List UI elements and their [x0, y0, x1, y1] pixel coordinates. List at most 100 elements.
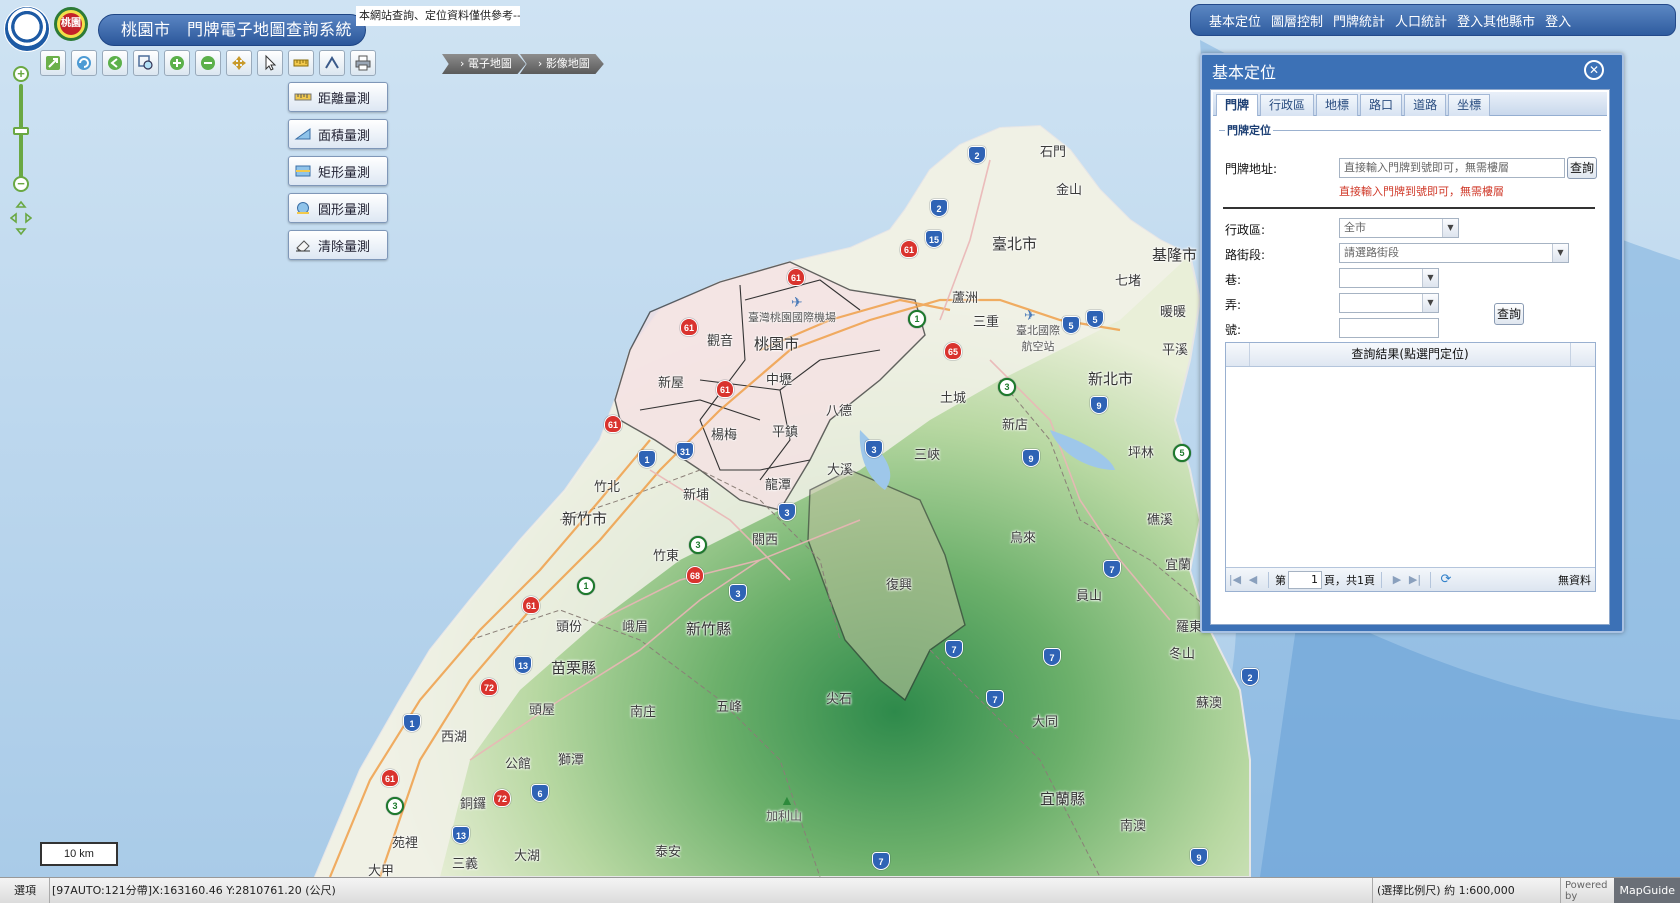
- place-label: 新北市: [1088, 370, 1134, 388]
- rectangle-measure-button[interactable]: 矩形量測: [288, 156, 388, 186]
- select-button[interactable]: [257, 50, 283, 76]
- refresh-icon: [77, 56, 91, 70]
- place-label: 新竹市: [562, 510, 608, 528]
- clear-measure-label: 清除量測: [318, 239, 371, 255]
- place-label: 蘇澳: [1196, 696, 1223, 711]
- measure-button[interactable]: [288, 50, 314, 76]
- pan-arrows-icon[interactable]: [10, 200, 32, 236]
- tab-coordinate[interactable]: 坐標: [1448, 94, 1491, 116]
- place-label: 大同: [1032, 715, 1059, 730]
- menu-layer-control[interactable]: 圖層控制: [1271, 11, 1323, 30]
- zoom-out-icon[interactable]: −: [13, 176, 29, 192]
- lane-label: 巷:: [1225, 273, 1242, 287]
- close-icon[interactable]: ✕: [1584, 60, 1604, 80]
- locate-tabs: 門牌 行政區 地標 路口 道路 坐標: [1213, 92, 1607, 116]
- place-label: 龍潭: [765, 478, 792, 493]
- road-label: 路街段:: [1225, 248, 1266, 262]
- alley-select[interactable]: ▼: [1339, 293, 1439, 313]
- first-page-icon[interactable]: |◀: [1226, 573, 1244, 586]
- zoom-track[interactable]: [19, 84, 23, 188]
- route-shield: 1: [577, 577, 595, 595]
- section-title: 門牌定位: [1225, 122, 1273, 138]
- zoom-in-icon[interactable]: +: [13, 66, 29, 82]
- airport-icon: ✈: [791, 294, 803, 310]
- place-label: 平鎮: [772, 425, 799, 440]
- menu-population-stats[interactable]: 人口統計: [1395, 11, 1447, 30]
- pan-button[interactable]: [226, 50, 252, 76]
- ruler-icon: [294, 93, 312, 101]
- place-label: 新竹縣: [686, 620, 732, 638]
- route-shield: 2: [930, 199, 948, 217]
- options-button[interactable]: 選項: [0, 878, 50, 903]
- tab-intersection[interactable]: 路口: [1360, 94, 1403, 116]
- place-label: 泰安: [655, 845, 682, 860]
- route-shield: 68: [686, 566, 704, 584]
- zoom-out-button[interactable]: [195, 50, 221, 76]
- previous-view-button[interactable]: [102, 50, 128, 76]
- tab-district[interactable]: 行政區: [1260, 94, 1315, 116]
- zoom-box-button[interactable]: [133, 50, 159, 76]
- full-extent-button[interactable]: [40, 50, 66, 76]
- previous-view-icon: [108, 56, 122, 70]
- road-query-button[interactable]: 查詢: [1494, 303, 1524, 325]
- page-number-input[interactable]: 1: [1288, 570, 1322, 589]
- route-shield: 61: [787, 268, 805, 286]
- place-label: 頭屋: [529, 703, 556, 718]
- chevron-down-icon: ▼: [1442, 219, 1458, 237]
- measure-icon: [293, 59, 309, 67]
- place-label: 臺北國際 航空站: [1016, 324, 1060, 353]
- place-label: 復興: [886, 578, 913, 593]
- tab-landmark[interactable]: 地標: [1316, 94, 1359, 116]
- route-shield: 31: [676, 442, 694, 460]
- circle-measure-label: 圓形量測: [318, 202, 371, 218]
- basic-locate-panel: 基本定位 ✕ 門牌 行政區 地標 路口 道路 坐標 門牌定位 門牌地址: 直接輸…: [1200, 53, 1624, 633]
- refresh-icon[interactable]: ⟳: [1437, 572, 1455, 587]
- next-page-icon[interactable]: ▶: [1388, 573, 1406, 586]
- powered-by-label: Powered by: [1565, 879, 1608, 902]
- results-grid: 查詢結果(點選門定位) |◀ ◀ 第 1 頁，共1頁 ▶ ▶| ⟳ 無資料: [1225, 342, 1596, 592]
- place-label: 苗栗縣: [551, 659, 597, 677]
- place-label: 石門: [1040, 145, 1067, 160]
- place-label: 宜蘭縣: [1040, 790, 1086, 808]
- zoom-in-button[interactable]: [164, 50, 190, 76]
- electronic-map-tab[interactable]: › 電子地圖: [442, 54, 526, 74]
- address-query-button[interactable]: 查詢: [1567, 157, 1597, 179]
- distance-measure-button[interactable]: 距離量測: [288, 82, 388, 112]
- place-label: 宜蘭: [1165, 558, 1192, 573]
- place-label: 員山: [1076, 589, 1103, 604]
- zoom-box-icon: [138, 55, 153, 70]
- disclaimer-notice: 本網站查詢、定位資料僅供參考--: [356, 6, 520, 26]
- district-select[interactable]: 全市 ▼: [1339, 218, 1459, 238]
- page-prefix: 第: [1275, 573, 1286, 587]
- tab-road[interactable]: 道路: [1404, 94, 1447, 116]
- clear-measure-button[interactable]: 清除量測: [288, 230, 388, 260]
- imagery-map-tab[interactable]: › 影像地圖: [519, 54, 604, 74]
- menu-basic-locate[interactable]: 基本定位: [1209, 11, 1261, 30]
- last-page-icon[interactable]: ▶|: [1406, 573, 1424, 586]
- area-measure-button[interactable]: 面積量測: [288, 119, 388, 149]
- circle-measure-button[interactable]: 圓形量測: [288, 193, 388, 223]
- menu-login[interactable]: 登入: [1545, 11, 1571, 30]
- route-shield: 9: [1090, 396, 1108, 414]
- print-button[interactable]: [350, 50, 376, 76]
- zoom-thumb[interactable]: [13, 126, 29, 135]
- place-label: 新埔: [683, 488, 710, 503]
- tab-address[interactable]: 門牌: [1216, 94, 1259, 116]
- route-shield: 7: [986, 690, 1004, 708]
- address-input[interactable]: 直接輸入門牌到號即可，無需樓層: [1339, 158, 1565, 178]
- panel-title: 基本定位: [1212, 63, 1277, 82]
- route-shield: 1: [403, 714, 421, 732]
- eraser-icon: [296, 240, 310, 252]
- menu-address-stats[interactable]: 門牌統計: [1333, 11, 1385, 30]
- route-shield: 61: [522, 596, 540, 614]
- north-arrow-button[interactable]: [319, 50, 345, 76]
- road-select[interactable]: 請選路街段 ▼: [1339, 243, 1569, 263]
- scale-selector[interactable]: (選擇比例尺) 約 1:600,000: [1372, 878, 1558, 903]
- refresh-button[interactable]: [71, 50, 97, 76]
- lane-select[interactable]: ▼: [1339, 268, 1439, 288]
- ministry-emblem-logo: [4, 6, 50, 52]
- prev-page-icon[interactable]: ◀: [1244, 573, 1262, 586]
- number-input[interactable]: [1339, 318, 1439, 338]
- menu-other-counties-login[interactable]: 登入其他縣市: [1457, 11, 1535, 30]
- place-label: 銅鑼: [460, 797, 487, 812]
